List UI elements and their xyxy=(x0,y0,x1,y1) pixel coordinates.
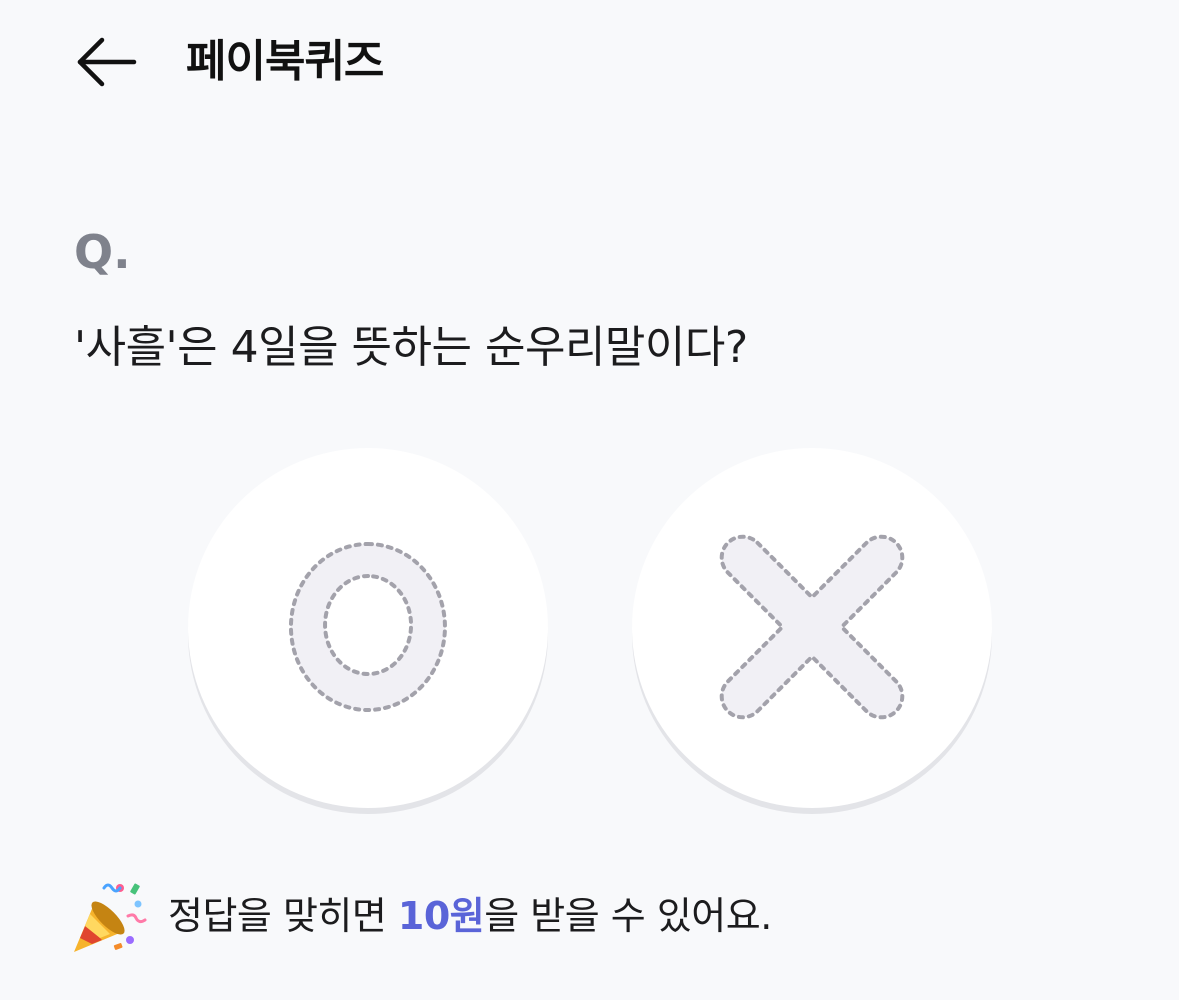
reward-text: 정답을 맞히면 10원을 받을 수 있어요. xyxy=(168,888,772,944)
page-title: 페이북퀴즈 xyxy=(186,36,384,87)
question-label: Q. xyxy=(74,225,131,279)
cross-x-icon xyxy=(719,534,905,720)
back-button[interactable] xyxy=(72,30,140,94)
circle-o-icon xyxy=(288,542,447,712)
arrow-left-icon xyxy=(77,37,137,87)
reward-text-prefix: 정답을 맞히면 xyxy=(168,894,398,938)
question-text: '사흘'은 4일을 뜻하는 순우리말이다? xyxy=(74,322,748,373)
party-popper-icon xyxy=(74,883,147,952)
answer-o-button[interactable] xyxy=(188,448,548,808)
answer-x-button[interactable] xyxy=(632,448,992,808)
reward-amount: 10원 xyxy=(397,894,485,938)
header: 페이북퀴즈 xyxy=(0,0,1179,124)
quiz-page: 페이북퀴즈 Q. '사흘'은 4일을 뜻하는 순우리말이다? 정답을 맞히면 1… xyxy=(0,0,1179,1000)
reward-text-suffix: 을 받을 수 있어요. xyxy=(484,894,772,938)
